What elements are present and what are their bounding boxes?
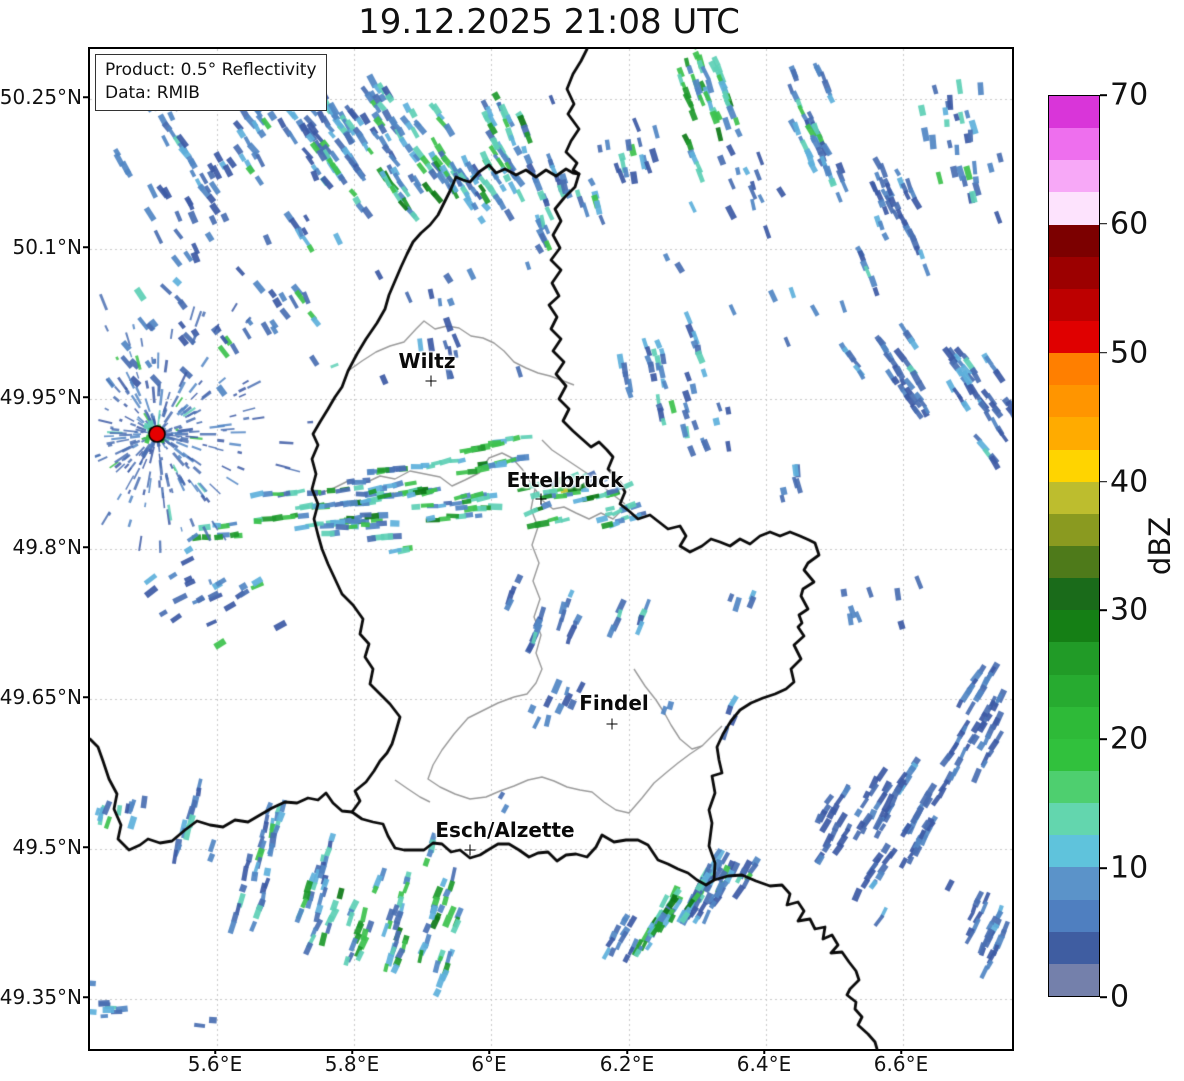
colorbar-tick-label: 70 [1110,78,1148,113]
colorbar-tickmark [1100,738,1107,740]
radar-map-canvas [90,49,1012,1049]
colorbar-tick-label: 10 [1110,851,1148,886]
product-info-box: Product: 0.5° Reflectivity Data: RMIB [95,54,327,111]
colorbar-segment [1049,867,1099,899]
reflectivity-colorbar [1048,95,1100,997]
radar-figure: 19.12.2025 21:08 UTC Product: 0.5° Refle… [0,0,1184,1081]
colorbar-tickmark [1100,94,1107,96]
colorbar-segment [1049,353,1099,385]
colorbar-segment [1049,707,1099,739]
colorbar-segment [1049,771,1099,803]
lat-tick-label: 49.65°N [0,685,82,709]
lat-tick-label: 50.25°N [0,85,82,109]
colorbar-segment [1049,482,1099,514]
city-marker [465,845,476,856]
lon-tick-label: 6.2°E [600,1052,654,1076]
lon-tickmark [763,1049,765,1054]
city-marker [607,719,618,730]
lon-tick-label: 6.6°E [874,1052,928,1076]
colorbar-segment [1049,321,1099,353]
map-plot-area: Product: 0.5° Reflectivity Data: RMIB Wi… [88,47,1014,1051]
colorbar-tick-label: 0 [1110,980,1129,1015]
colorbar-tick-label: 50 [1110,335,1148,370]
lat-tick-label: 49.5°N [13,835,83,859]
city-label-findel: Findel [579,691,649,715]
lat-tick-label: 49.95°N [0,385,82,409]
lat-tickmark [83,996,88,998]
lat-tickmark [83,96,88,98]
product-info-line1: Product: 0.5° Reflectivity [105,59,317,82]
colorbar-segment [1049,225,1099,257]
lon-tick-label: 6°E [471,1052,506,1076]
lat-tickmark [83,246,88,248]
colorbar-tick-label: 40 [1110,464,1148,499]
lat-tickmark [83,396,88,398]
colorbar-segment [1049,192,1099,224]
product-info-line2: Data: RMIB [105,82,317,105]
lon-tickmark [351,1049,353,1054]
colorbar-segment [1049,932,1099,964]
colorbar-tick-label: 30 [1110,593,1148,628]
colorbar-segment [1049,675,1099,707]
lon-tick-label: 5.8°E [325,1052,379,1076]
colorbar-tickmark [1100,867,1107,869]
city-label-wiltz: Wiltz [399,349,456,373]
colorbar-tick-label: 20 [1110,722,1148,757]
colorbar-tickmark [1100,481,1107,483]
lon-tick-label: 6.4°E [737,1052,791,1076]
colorbar-segment [1049,160,1099,192]
city-marker [536,494,547,505]
colorbar-tickmark [1100,352,1107,354]
colorbar-segment [1049,642,1099,674]
colorbar-segment [1049,610,1099,642]
city-marker [426,376,437,387]
lat-tick-label: 50.1°N [13,235,83,259]
colorbar-segment [1049,128,1099,160]
colorbar-segment [1049,803,1099,835]
colorbar-segment [1049,385,1099,417]
colorbar-segment [1049,514,1099,546]
lon-tickmark [488,1049,490,1054]
colorbar-segment [1049,964,1099,996]
lon-tickmark [626,1049,628,1054]
city-label-esch-alzette: Esch/Alzette [435,818,574,842]
colorbar-segment [1049,835,1099,867]
lon-tick-label: 5.6°E [188,1052,242,1076]
colorbar-tickmark [1100,610,1107,612]
lon-tickmark [214,1049,216,1054]
colorbar-segment [1049,546,1099,578]
colorbar-segment [1049,450,1099,482]
colorbar-segment [1049,289,1099,321]
colorbar-segment [1049,578,1099,610]
lat-tick-label: 49.8°N [13,535,83,559]
figure-title: 19.12.2025 21:08 UTC [88,2,1010,42]
colorbar-segment [1049,257,1099,289]
colorbar-segment [1049,900,1099,932]
lon-tickmark [900,1049,902,1054]
lat-tickmark [83,546,88,548]
colorbar-segment [1049,417,1099,449]
colorbar-tick-label: 60 [1110,206,1148,241]
colorbar-tickmark [1100,996,1107,998]
lat-tickmark [83,696,88,698]
colorbar-tickmark [1100,223,1107,225]
lat-tick-label: 49.35°N [0,985,82,1009]
colorbar-unit-label: dBZ [1143,517,1177,575]
lat-tickmark [83,846,88,848]
city-label-ettelbruck: Ettelbruck [507,468,624,492]
colorbar-segment [1049,96,1099,128]
colorbar-segment [1049,739,1099,771]
